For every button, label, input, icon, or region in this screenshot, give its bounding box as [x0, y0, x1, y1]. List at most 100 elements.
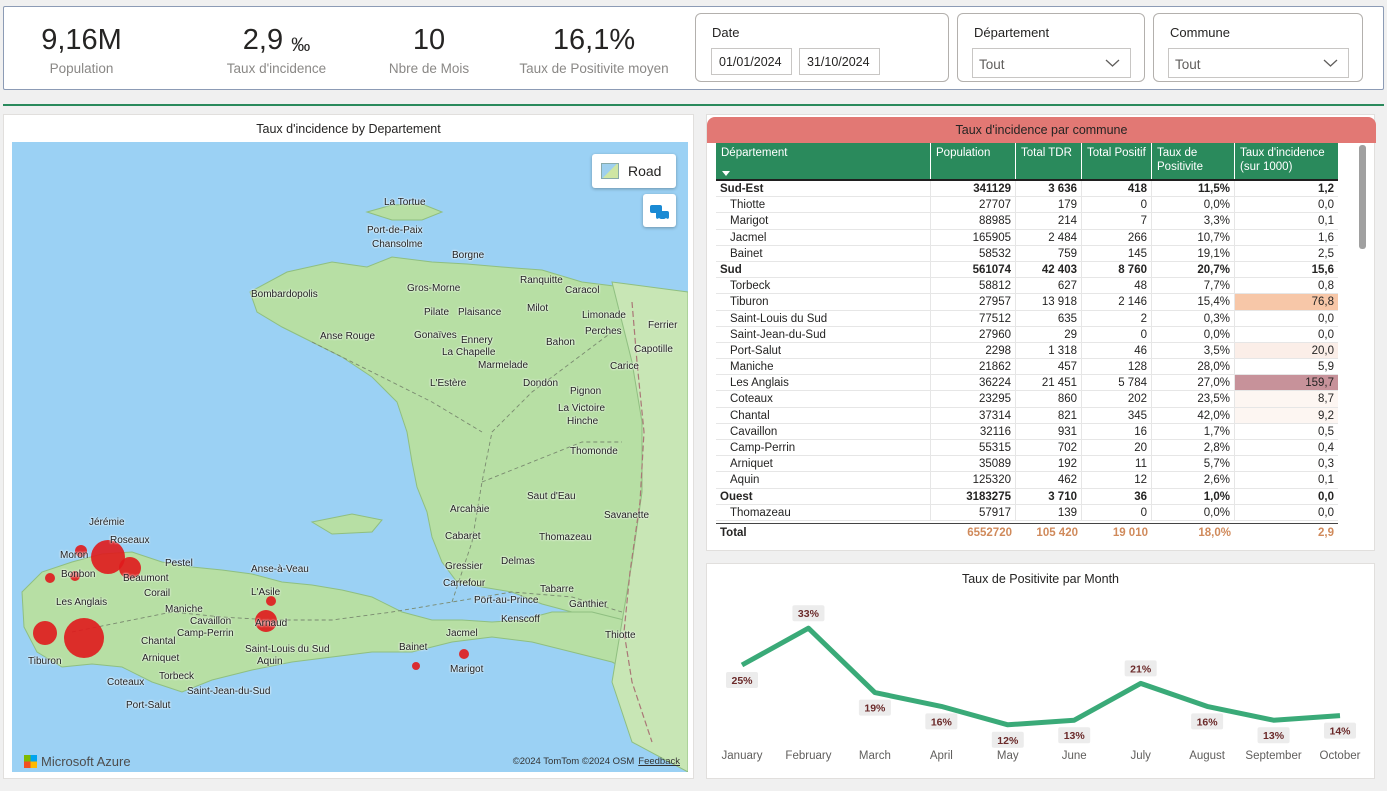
cell-taux-incidence: 0,5	[1318, 425, 1334, 438]
table-row[interactable]: Bainet 58532 759 145 19,1% 2,5	[716, 245, 1338, 262]
x-tick-label: October	[1320, 750, 1361, 762]
header-total-positif[interactable]: Total Positif	[1082, 143, 1152, 179]
table-row[interactable]: Aquin 125320 462 12 2,6% 0,1	[716, 472, 1338, 489]
table-row[interactable]: Les Anglais 36224 21 451 5 784 27,0% 159,7	[716, 375, 1338, 392]
x-tick-label: September	[1245, 750, 1301, 762]
table-row[interactable]: Maniche 21862 457 128 28,0% 5,9	[716, 359, 1338, 376]
cell-total-tdr: 13 918	[1016, 294, 1082, 310]
cell-total-tdr: 702	[1016, 440, 1082, 456]
map-place-label: Limonade	[582, 310, 626, 321]
road-style-button[interactable]: Road	[592, 154, 676, 188]
cell-taux-incidence: 0,8	[1318, 280, 1334, 293]
feedback-link[interactable]: Feedback	[638, 756, 680, 767]
traffic-button[interactable]	[643, 194, 676, 227]
date-start-input[interactable]: 01/01/2024	[711, 48, 792, 75]
data-label: 13%	[1058, 727, 1091, 744]
table-group-row[interactable]: Sud-Est 341129 3 636 418 11,5% 1,2	[716, 181, 1338, 198]
commune-dropdown[interactable]: Tout	[1168, 48, 1349, 78]
header-population[interactable]: Population	[931, 143, 1016, 179]
date-slicer: Date 01/01/2024 31/10/2024	[695, 13, 949, 82]
map-bubble-marker[interactable]	[64, 618, 104, 658]
table-row[interactable]: Saint-Jean-du-Sud 27960 29 0 0,0% 0,0	[716, 326, 1338, 343]
date-slicer-title: Date	[712, 25, 740, 40]
cell-taux-incidence: 0,1	[1318, 474, 1334, 487]
map-place-label: Beaumont	[123, 573, 169, 584]
commune-slicer: Commune Tout	[1153, 13, 1363, 82]
table-row[interactable]: Cavaillon 32116 931 16 1,7% 0,5	[716, 423, 1338, 440]
table-row[interactable]: Tiburon 27957 13 918 2 146 15,4% 76,8	[716, 294, 1338, 311]
cell-taux-incidence: 0,0	[1318, 199, 1334, 212]
map-bubble-marker[interactable]	[33, 621, 57, 645]
cell-total-positif: 145	[1082, 245, 1152, 261]
table-panel: Taux d'incidence par commune Département…	[706, 114, 1376, 551]
data-label-text: 16%	[1197, 716, 1219, 728]
cell-population: 2298	[931, 342, 1016, 359]
cell-departement: Torbeck	[716, 278, 931, 294]
cell-taux-positivite: 0,0%	[1152, 504, 1235, 520]
header-total-tdr[interactable]: Total TDR	[1016, 143, 1082, 179]
table-row[interactable]: Chantal 37314 821 345 42,0% 9,2	[716, 407, 1338, 424]
table-row[interactable]: Thiotte 27707 179 0 0,0% 0,0	[716, 197, 1338, 214]
table-group-row[interactable]: Sud 561074 42 403 8 760 20,7% 15,6	[716, 261, 1338, 279]
cell-total-positif: 2 146	[1082, 294, 1152, 310]
map-bubble-marker[interactable]	[412, 662, 420, 670]
cell-taux-positivite: 0,3%	[1152, 310, 1235, 326]
cell-departement: Thiotte	[716, 197, 931, 213]
departement-dropdown[interactable]: Tout	[972, 48, 1131, 78]
x-tick-label: April	[930, 750, 953, 762]
map-place-label: Capotille	[634, 344, 673, 355]
map-canvas[interactable]: Road Microsoft Azure ©2024 TomTom ©2024 …	[12, 142, 688, 772]
total-positif: 19 010	[1112, 527, 1148, 539]
cell-total-positif: 16	[1082, 423, 1152, 439]
cell-taux-incidence: 0,3	[1318, 458, 1334, 471]
sort-desc-icon	[722, 171, 730, 176]
table-row[interactable]: Marigot 88985 214 7 3,3% 0,1	[716, 213, 1338, 230]
data-label: 12%	[991, 731, 1024, 748]
cell-total-tdr: 627	[1016, 278, 1082, 294]
cell-taux-incidence: 0,0	[1318, 312, 1334, 325]
header-taux-positivite[interactable]: Taux de Positivite	[1152, 143, 1235, 179]
cell-departement: Sud	[716, 261, 931, 278]
cell-total-positif: 12	[1082, 472, 1152, 488]
kpi-label: Taux de Positivite moyen	[519, 61, 669, 76]
map-bubble-marker[interactable]	[45, 573, 55, 583]
cell-total-tdr: 457	[1016, 359, 1082, 375]
table-row[interactable]: Thomazeau 57917 139 0 0,0% 0,0	[716, 504, 1338, 521]
table-row[interactable]: Saint-Louis du Sud 77512 635 2 0,3% 0,0	[716, 310, 1338, 327]
table-scrollbar[interactable]	[1359, 145, 1366, 249]
data-label: 14%	[1324, 722, 1356, 739]
map-place-label: Ferrier	[648, 320, 678, 331]
brand-text: Microsoft Azure	[41, 754, 131, 769]
x-tick-label: February	[785, 750, 831, 762]
header-taux-incidence[interactable]: Taux d'incidence (sur 1000)	[1235, 143, 1338, 179]
table-group-row[interactable]: Ouest 3183275 3 710 36 1,0% 0,0	[716, 488, 1338, 505]
cell-departement: Sud-Est	[716, 181, 931, 197]
table-row[interactable]: Arniquet 35089 192 11 5,7% 0,3	[716, 456, 1338, 473]
table-row[interactable]: Coteaux 23295 860 202 23,5% 8,7	[716, 391, 1338, 408]
data-label-text: 12%	[997, 735, 1019, 747]
data-label: 16%	[925, 713, 958, 730]
departement-slicer: Département Tout	[957, 13, 1145, 82]
map-place-label: Cavaillon	[190, 616, 232, 627]
map-bubble-marker[interactable]	[459, 649, 469, 659]
table-row[interactable]: Port-Salut 2298 1 318 46 3,5% 20,0	[716, 342, 1338, 360]
map-place-label: Anse-à-Veau	[251, 564, 309, 575]
cell-population: 27707	[931, 197, 1016, 213]
table-row[interactable]: Torbeck 58812 627 48 7,7% 0,8	[716, 278, 1338, 295]
date-end-input[interactable]: 31/10/2024	[799, 48, 880, 75]
land-gonave	[310, 513, 383, 535]
traffic-icon	[650, 205, 669, 222]
cell-taux-positivite: 1,7%	[1152, 423, 1235, 439]
kpi-label: Taux d'incidence	[226, 61, 327, 76]
header-departement[interactable]: Département	[716, 143, 931, 179]
map-place-label: Savanette	[604, 510, 650, 521]
cell-taux-incidence: 1,6	[1318, 231, 1334, 244]
table-row[interactable]: Jacmel 165905 2 484 266 10,7% 1,6	[716, 229, 1338, 246]
cell-population: 21862	[931, 359, 1016, 375]
total-population: 6552720	[967, 527, 1012, 539]
cell-taux-positivite: 7,7%	[1152, 278, 1235, 294]
table-row[interactable]: Camp-Perrin 55315 702 20 2,8% 0,4	[716, 440, 1338, 457]
table-header: Département Population Total TDR Total P…	[716, 143, 1338, 181]
cell-population: 561074	[931, 261, 1016, 278]
map-place-label: Milot	[527, 303, 549, 314]
